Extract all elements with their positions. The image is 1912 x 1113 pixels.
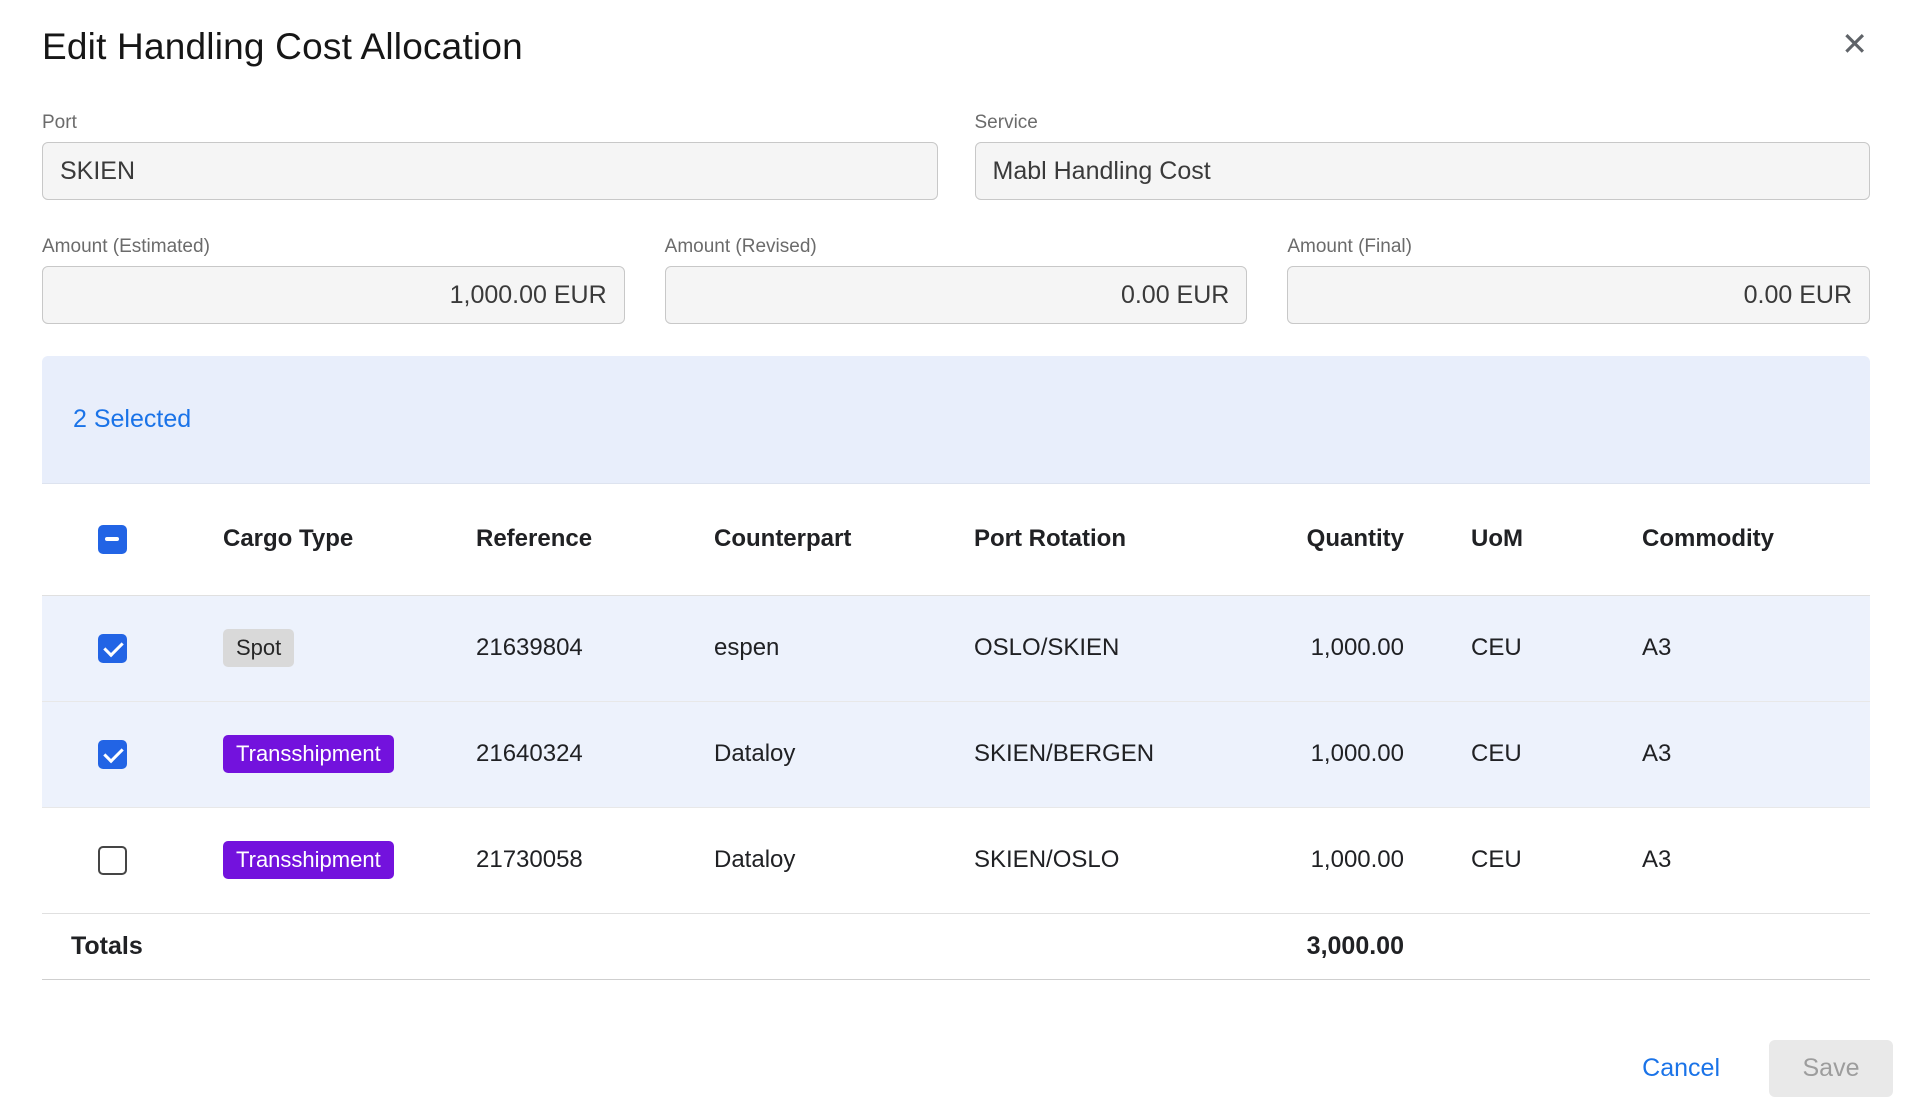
column-header-commodity: Commodity bbox=[1642, 484, 1870, 595]
dialog-title: Edit Handling Cost Allocation bbox=[42, 24, 523, 70]
service-label: Service bbox=[975, 112, 1871, 134]
amount-revised-field[interactable] bbox=[665, 266, 1248, 324]
amount-estimated-group: Amount (Estimated) bbox=[42, 236, 625, 324]
row-checkbox[interactable] bbox=[98, 846, 127, 875]
close-icon: ✕ bbox=[1841, 26, 1868, 62]
amount-final-label: Amount (Final) bbox=[1287, 236, 1870, 258]
cargo-type-badge: Spot bbox=[223, 629, 294, 667]
close-button[interactable]: ✕ bbox=[1839, 24, 1870, 64]
commodity-cell: A3 bbox=[1642, 807, 1870, 913]
select-all-checkbox[interactable] bbox=[98, 525, 127, 554]
table-row: Spot 21639804 espen OSLO/SKIEN 1,000.00 … bbox=[42, 595, 1870, 701]
dialog-header: Edit Handling Cost Allocation ✕ bbox=[42, 24, 1870, 70]
amounts-row: Amount (Estimated) Amount (Revised) Amou… bbox=[42, 236, 1870, 324]
commodity-cell: A3 bbox=[1642, 701, 1870, 807]
amount-estimated-field[interactable] bbox=[42, 266, 625, 324]
row-checkbox[interactable] bbox=[98, 634, 127, 663]
totals-quantity: 3,000.00 bbox=[1234, 913, 1404, 979]
port-rotation-cell: SKIEN/BERGEN bbox=[974, 701, 1234, 807]
totals-row: Totals 3,000.00 bbox=[42, 913, 1870, 979]
selection-bar: 2 Selected bbox=[42, 356, 1870, 484]
port-rotation-cell: SKIEN/OSLO bbox=[974, 807, 1234, 913]
selected-count-label: 2 Selected bbox=[73, 405, 191, 434]
uom-cell: CEU bbox=[1404, 701, 1642, 807]
row-checkbox[interactable] bbox=[98, 740, 127, 769]
column-header-cargo-type: Cargo Type bbox=[223, 484, 476, 595]
amount-final-group: Amount (Final) bbox=[1287, 236, 1870, 324]
reference-cell: 21640324 bbox=[476, 701, 714, 807]
table-row: Transshipment 21730058 Dataloy SKIEN/OSL… bbox=[42, 807, 1870, 913]
quantity-cell: 1,000.00 bbox=[1234, 807, 1404, 913]
column-header-quantity: Quantity bbox=[1234, 484, 1404, 595]
quantity-cell: 1,000.00 bbox=[1234, 595, 1404, 701]
save-button[interactable]: Save bbox=[1769, 1040, 1893, 1097]
uom-cell: CEU bbox=[1404, 595, 1642, 701]
cargo-type-badge: Transshipment bbox=[223, 841, 394, 879]
commodity-cell: A3 bbox=[1642, 595, 1870, 701]
allocation-table: Cargo Type Reference Counterpart Port Ro… bbox=[42, 484, 1870, 980]
port-service-row: Port Service bbox=[42, 112, 1870, 200]
table-row: Transshipment 21640324 Dataloy SKIEN/BER… bbox=[42, 701, 1870, 807]
port-field-group: Port bbox=[42, 112, 938, 200]
uom-cell: CEU bbox=[1404, 807, 1642, 913]
amount-estimated-label: Amount (Estimated) bbox=[42, 236, 625, 258]
reference-cell: 21639804 bbox=[476, 595, 714, 701]
reference-cell: 21730058 bbox=[476, 807, 714, 913]
service-field-group: Service bbox=[975, 112, 1871, 200]
port-field[interactable] bbox=[42, 142, 938, 200]
totals-label: Totals bbox=[42, 913, 1234, 979]
amount-final-field[interactable] bbox=[1287, 266, 1870, 324]
cancel-button[interactable]: Cancel bbox=[1638, 1046, 1724, 1091]
amount-revised-group: Amount (Revised) bbox=[665, 236, 1248, 324]
edit-handling-cost-allocation-dialog: Edit Handling Cost Allocation ✕ Port Ser… bbox=[0, 0, 1912, 1113]
port-rotation-cell: OSLO/SKIEN bbox=[974, 595, 1234, 701]
column-header-counterpart: Counterpart bbox=[714, 484, 974, 595]
column-header-reference: Reference bbox=[476, 484, 714, 595]
port-label: Port bbox=[42, 112, 938, 134]
dialog-footer: Cancel Save bbox=[42, 1040, 1893, 1113]
allocation-table-card: 2 Selected Cargo Type Reference Counterp… bbox=[42, 356, 1870, 980]
service-field[interactable] bbox=[975, 142, 1871, 200]
amount-revised-label: Amount (Revised) bbox=[665, 236, 1248, 258]
counterpart-cell: Dataloy bbox=[714, 807, 974, 913]
counterpart-cell: Dataloy bbox=[714, 701, 974, 807]
table-header-row: Cargo Type Reference Counterpart Port Ro… bbox=[42, 484, 1870, 595]
quantity-cell: 1,000.00 bbox=[1234, 701, 1404, 807]
column-header-uom: UoM bbox=[1404, 484, 1642, 595]
column-header-port-rotation: Port Rotation bbox=[974, 484, 1234, 595]
cargo-type-badge: Transshipment bbox=[223, 735, 394, 773]
counterpart-cell: espen bbox=[714, 595, 974, 701]
